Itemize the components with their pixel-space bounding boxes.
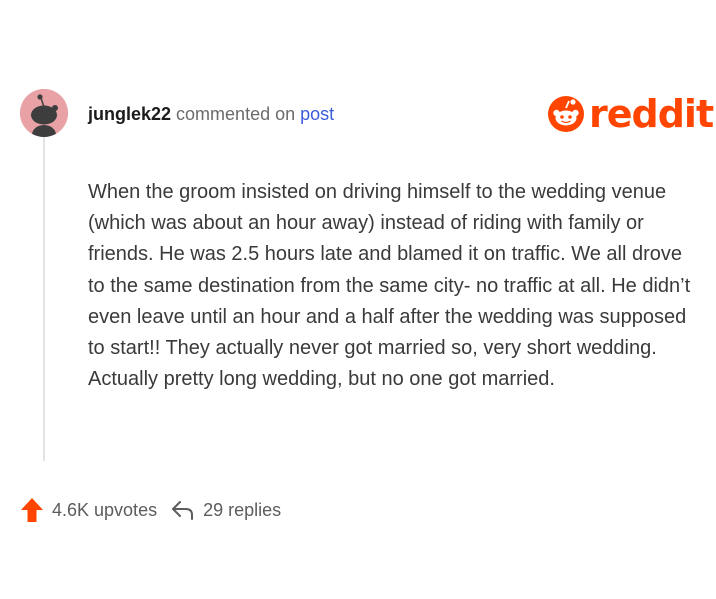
thread-line [43,137,45,461]
reply-arrow-icon [172,501,194,520]
reddit-logo: reddit [547,92,714,136]
reddit-snoo-icon [548,96,584,132]
reply-button[interactable]: 29 replies [157,499,281,521]
commented-on-label: commented on [176,104,296,124]
username-link[interactable]: junglek22 [88,104,171,124]
comment-body: When the groom insisted on driving himse… [88,181,691,391]
comment-card: junglek22 commented on post reddit When … [0,0,716,599]
upvote-count: 4.6K upvotes [52,499,158,520]
post-link[interactable]: post [300,104,334,124]
comment-header: junglek22 commented on post [88,102,334,126]
upvote-button[interactable]: 4.6K upvotes [20,497,157,523]
comment-footer: 4.6K upvotes 29 replies [20,494,281,526]
upvote-arrow-icon [21,498,43,522]
reply-count: 29 replies [203,499,282,520]
snoo-avatar-icon [20,89,68,137]
reddit-wordmark: reddit [589,92,714,136]
user-avatar[interactable] [20,89,68,137]
